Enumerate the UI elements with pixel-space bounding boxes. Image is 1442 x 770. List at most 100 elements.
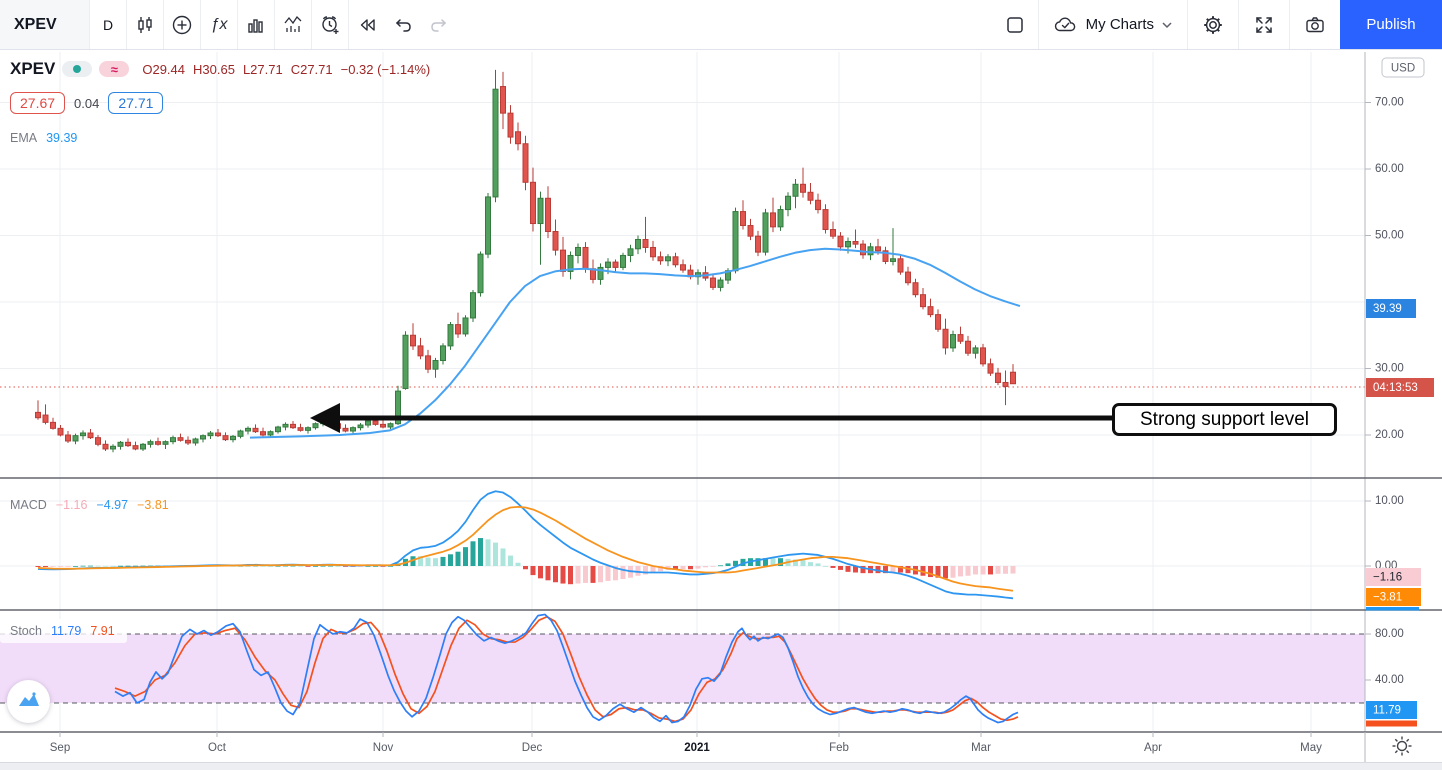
macd-histogram-bar xyxy=(516,563,521,566)
candle-body xyxy=(81,433,86,436)
indicators-fx-icon[interactable]: ƒx xyxy=(201,0,237,49)
candle-body xyxy=(508,113,513,137)
stoch-legend[interactable]: Stoch 11.79 7.91 xyxy=(0,619,127,643)
support-annotation-box[interactable]: Strong support level xyxy=(1112,403,1337,436)
candle-body xyxy=(223,436,228,440)
macd-histogram-bar xyxy=(726,563,731,566)
candle-body xyxy=(681,265,686,270)
candle-body xyxy=(613,262,618,267)
svg-text:70.00: 70.00 xyxy=(1375,97,1404,109)
macd-histogram-bar xyxy=(96,566,101,567)
pre-market-wave-icon[interactable]: ≈ xyxy=(99,61,129,77)
candle-body xyxy=(118,442,123,446)
candle-body xyxy=(981,348,986,364)
spread-value: 0.04 xyxy=(74,96,99,111)
macd-histogram-bar xyxy=(298,566,303,567)
candle-body xyxy=(148,442,153,445)
svg-text:20.00: 20.00 xyxy=(1375,429,1404,441)
macd-histogram-bar xyxy=(966,566,971,576)
macd-label: MACD xyxy=(10,498,47,512)
undo-icon[interactable] xyxy=(385,0,421,49)
macd-histogram-bar xyxy=(471,541,476,566)
candle-body xyxy=(906,272,911,283)
candle-body xyxy=(343,428,348,431)
macd-histogram-bar xyxy=(508,556,513,566)
candle-body xyxy=(88,433,93,438)
macd-histogram-bar xyxy=(688,566,693,569)
ema-legend[interactable]: EMA 39.39 xyxy=(10,131,77,145)
symbol-button[interactable]: XPEV xyxy=(0,0,89,49)
candlestick-style-icon[interactable] xyxy=(127,0,163,49)
ask-box[interactable]: 27.71 xyxy=(108,92,163,114)
macd-histogram-bar xyxy=(808,562,813,566)
high-value: H30.65 xyxy=(193,62,235,77)
candle-body xyxy=(268,432,273,435)
candle-body xyxy=(778,210,783,227)
candle-body xyxy=(553,232,558,251)
candle-body xyxy=(876,247,881,251)
candle-body xyxy=(366,421,371,425)
add-plus-icon[interactable] xyxy=(164,0,200,49)
bid-ask-row: 27.67 0.04 27.71 xyxy=(10,92,163,114)
candle-body xyxy=(748,226,753,237)
gear-icon[interactable] xyxy=(1188,0,1238,49)
candle-body xyxy=(996,373,1001,382)
bid-box[interactable]: 27.67 xyxy=(10,92,65,114)
macd-histogram-bar xyxy=(58,566,63,567)
layout-square-icon[interactable] xyxy=(992,0,1038,49)
candle-body xyxy=(96,438,101,445)
macd-histogram-bar xyxy=(553,566,558,582)
publish-button[interactable]: Publish xyxy=(1340,0,1442,49)
macd-histogram-bar xyxy=(846,566,851,572)
my-charts-menu[interactable]: My Charts xyxy=(1039,0,1187,49)
interval-button[interactable]: D xyxy=(90,0,126,49)
macd-histogram-bar xyxy=(111,566,116,567)
market-status-dot-icon[interactable] xyxy=(62,61,92,77)
open-value: O29.44 xyxy=(142,62,185,77)
redo-icon[interactable] xyxy=(421,0,457,49)
candle-body xyxy=(126,442,131,445)
compare-bars-icon[interactable] xyxy=(238,0,274,49)
symbol-legend[interactable]: XPEV ≈ O29.44 H30.65 L27.71 C27.71 −0.32… xyxy=(10,59,430,79)
fullscreen-icon[interactable] xyxy=(1239,0,1289,49)
camera-icon[interactable] xyxy=(1290,0,1340,49)
macd-histogram-bar xyxy=(568,566,573,584)
candle-body xyxy=(718,280,723,287)
chart-bubble-button[interactable] xyxy=(7,680,50,723)
macd-histogram-bar xyxy=(981,566,986,574)
candle-body xyxy=(621,255,626,267)
templates-sparkline-icon[interactable] xyxy=(275,0,311,49)
chart-canvas[interactable]: USD70.0060.0050.0030.0020.0010.000.0080.… xyxy=(0,0,1442,770)
candle-body xyxy=(1003,382,1008,386)
macd-signal-value: −3.81 xyxy=(137,498,169,512)
alert-clock-icon[interactable] xyxy=(312,0,348,49)
chevron-down-icon xyxy=(1161,21,1173,29)
macd-histogram-bar xyxy=(523,566,528,569)
macd-histogram-bar xyxy=(598,566,603,582)
macd-histogram-bar xyxy=(501,548,506,566)
rewind-icon[interactable] xyxy=(349,0,385,49)
candle-body xyxy=(793,184,798,196)
candle-body xyxy=(643,239,648,247)
candle-body xyxy=(186,440,191,443)
svg-text:Nov: Nov xyxy=(373,742,394,754)
candle-body xyxy=(493,89,498,197)
candle-body xyxy=(973,348,978,353)
macd-histogram-bar xyxy=(711,566,716,567)
candle-body xyxy=(861,244,866,255)
macd-histogram-bar xyxy=(696,566,701,569)
close-value: C27.71 xyxy=(291,62,333,77)
stoch-axis-badge xyxy=(1366,721,1417,727)
macd-legend[interactable]: MACD −1.16 −4.97 −3.81 xyxy=(10,498,169,512)
candle-body xyxy=(433,361,438,370)
macd-histogram-bar xyxy=(703,566,708,567)
candle-body xyxy=(628,249,633,256)
macd-histogram-bar xyxy=(576,566,581,584)
candle-body xyxy=(306,428,311,431)
ohlc-values: O29.44 H30.65 L27.71 C27.71 −0.32 (−1.14… xyxy=(142,62,430,77)
macd-histogram-bar xyxy=(43,566,48,567)
candle-body xyxy=(838,236,843,247)
candle-body xyxy=(711,278,716,287)
ema-label: EMA xyxy=(10,131,37,145)
my-charts-label: My Charts xyxy=(1086,16,1154,33)
